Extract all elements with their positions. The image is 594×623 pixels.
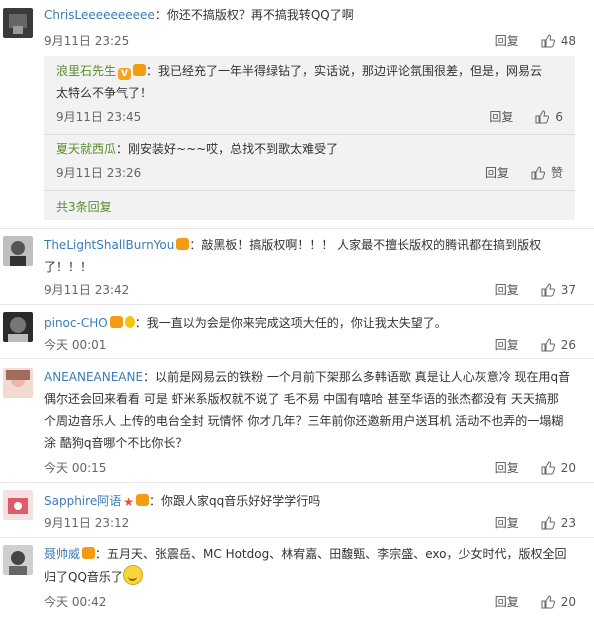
avatar[interactable] (3, 312, 33, 342)
avatar[interactable] (3, 236, 33, 266)
more-replies-link[interactable]: 共3条回复 (56, 198, 112, 215)
comment-actions: 回复 37 (495, 281, 576, 298)
comment-time: 9月11日 23:25 (44, 34, 130, 48)
comment-body-cont: 个周边音乐人 上传的电台全封 玩情怀 你才几年？三年前你还邀新用户送耳机 活动不… (44, 414, 564, 428)
reply-link[interactable]: 回复 (489, 108, 513, 125)
comment-text: Sapphire阿语 ★ ：你跟人家qq音乐好好学学行吗 (44, 490, 576, 512)
comment-body: ：敲黑板！搞版权啊！！！ 人家最不擅长版权的腾讯都在搞到版权 (189, 238, 542, 252)
reply-link[interactable]: 回复 (495, 514, 519, 531)
avatar[interactable] (3, 545, 33, 575)
comment-author[interactable]: TheLightShallBurnYou (44, 238, 174, 252)
comment-body-cont: 了！！！ (44, 260, 93, 274)
reply-author[interactable]: 浪里石先生 (56, 64, 116, 78)
reply-time: 9月11日 23:45 (56, 110, 142, 124)
divider (0, 537, 594, 538)
vip-badge-icon (135, 494, 149, 506)
thumbs-up-icon[interactable] (541, 594, 555, 609)
comment-actions: 回复 20 (495, 459, 576, 476)
comment-actions: 回复 26 (495, 336, 576, 353)
thumbs-up-icon[interactable] (541, 337, 555, 352)
divider (0, 482, 594, 483)
comment-body: ：以前是网易云的铁粉 一个月前下架那么多韩语歌 真是让人心灰意冷 现在用q音 (143, 370, 571, 384)
reply-body-cont: 太特么不争气了！ (56, 86, 153, 100)
thumbs-up-icon[interactable] (541, 33, 555, 48)
avatar[interactable] (3, 368, 33, 398)
vip-badge-icon (109, 316, 123, 328)
like-count: 20 (560, 594, 576, 609)
comment-time: 9月11日 23:42 (44, 283, 130, 297)
divider (0, 228, 594, 229)
comment-author[interactable]: ANEANEANEANE (44, 370, 143, 384)
reply-link[interactable]: 回复 (495, 281, 519, 298)
reply-link[interactable]: 回复 (495, 459, 519, 476)
like-count: 6 (555, 109, 563, 124)
divider (44, 190, 575, 191)
vip-badge-icon (82, 547, 96, 559)
like-count: 48 (560, 33, 576, 48)
comment-body: ：我一直以为会是你来完成这项大任的，你让我太失望了。 (134, 316, 447, 330)
comment-time: 今天 00:42 (44, 595, 107, 609)
comment-author[interactable]: 聂帅威 (44, 547, 80, 561)
comment-text: pinoc-CHO ：我一直以为会是你来完成这项大任的，你让我太失望了。 (44, 312, 576, 334)
reply-time: 9月11日 23:26 (56, 166, 142, 180)
thumbs-up-icon[interactable] (531, 165, 545, 180)
avatar[interactable] (3, 490, 33, 520)
comment-text: ChrisLeeeeeeeeee：你还不搞版权？再不搞我转QQ了啊 (44, 4, 576, 26)
comment-body: ：你跟人家qq音乐好好学学行吗 (148, 494, 321, 508)
reply-body: ：我已经充了一年半得绿钻了，实话说，那边评论氛围很差，但是，网易云 (146, 64, 543, 78)
comment-time: 今天 00:15 (44, 461, 107, 475)
reply-link[interactable]: 回复 (495, 336, 519, 353)
comment-author[interactable]: Sapphire阿语 (44, 494, 121, 508)
thumbs-up-icon[interactable] (541, 515, 555, 530)
reply-link[interactable]: 回复 (495, 593, 519, 610)
thumbs-up-icon[interactable] (535, 109, 550, 124)
bulb-icon (124, 316, 135, 328)
comment-text: TheLightShallBurnYou ：敲黑板！搞版权啊！！！ 人家最不擅长版… (44, 234, 576, 278)
avatar[interactable] (3, 8, 33, 38)
comment-body-cont: 涂 酷狗q音哪个不比你长？ (44, 436, 188, 450)
thumbs-up-icon[interactable] (541, 460, 555, 475)
vip-badge-icon (176, 238, 190, 250)
reply-actions: 回复 赞 (485, 164, 563, 181)
comment-text: 聂帅威 ：五月天、张震岳、MC Hotdog、林宥嘉、田馥甄、李宗盛、exo，少女… (44, 543, 576, 588)
smile-emoji-icon (122, 565, 143, 585)
divider (0, 358, 594, 359)
reply-actions: 回复 6 (489, 108, 563, 125)
comment-body: ：五月天、张震岳、MC Hotdog、林宥嘉、田馥甄、李宗盛、exo，少女时代，… (95, 547, 567, 561)
reply-thread: 浪里石先生 V ：我已经充了一年半得绿钻了，实话说，那边评论氛围很差，但是，网易云 … (44, 56, 575, 220)
reply-text: 夏天就西瓜：刚安装好~~~哎，总找不到歌太难受了 (56, 138, 563, 160)
like-count: 赞 (550, 166, 563, 180)
comment-text: ANEANEANEANE：以前是网易云的铁粉 一个月前下架那么多韩语歌 真是让人… (44, 366, 576, 454)
comment-actions: 回复 23 (495, 514, 576, 531)
like-count: 37 (560, 282, 576, 297)
comment-body: ：你还不搞版权？再不搞我转QQ了啊 (154, 8, 354, 22)
comment-time: 9月11日 23:12 (44, 516, 130, 530)
verified-badge-icon: V (118, 68, 132, 80)
divider (44, 134, 575, 135)
like-count: 20 (560, 460, 576, 475)
star-icon: ★ (123, 495, 134, 509)
comment-actions: 回复 20 (495, 593, 576, 610)
vip-badge-icon (133, 64, 147, 76)
like-count: 26 (560, 337, 576, 352)
like-count: 23 (560, 515, 576, 530)
reply-link[interactable]: 回复 (485, 164, 509, 181)
reply-body: ：刚安装好~~~哎，总找不到歌太难受了 (116, 142, 339, 156)
reply-link[interactable]: 回复 (495, 32, 519, 49)
comment-author[interactable]: pinoc-CHO (44, 316, 108, 330)
reply-author[interactable]: 夏天就西瓜 (56, 142, 116, 156)
thumbs-up-icon[interactable] (541, 282, 555, 297)
divider (0, 304, 594, 305)
comment-time: 今天 00:01 (44, 338, 107, 352)
comment-actions: 回复 48 (495, 32, 576, 49)
reply-text: 浪里石先生 V ：我已经充了一年半得绿钻了，实话说，那边评论氛围很差，但是，网易云 … (56, 60, 563, 104)
comment-body-cont: 偶尔还会回来看看 可是 虾米系版权就不说了 毛不易 中国有嘻哈 甚至华语的张杰都… (44, 392, 559, 406)
comment-body-cont: 归了QQ音乐了 (44, 570, 123, 584)
comment-author[interactable]: ChrisLeeeeeeeeee (44, 8, 155, 22)
